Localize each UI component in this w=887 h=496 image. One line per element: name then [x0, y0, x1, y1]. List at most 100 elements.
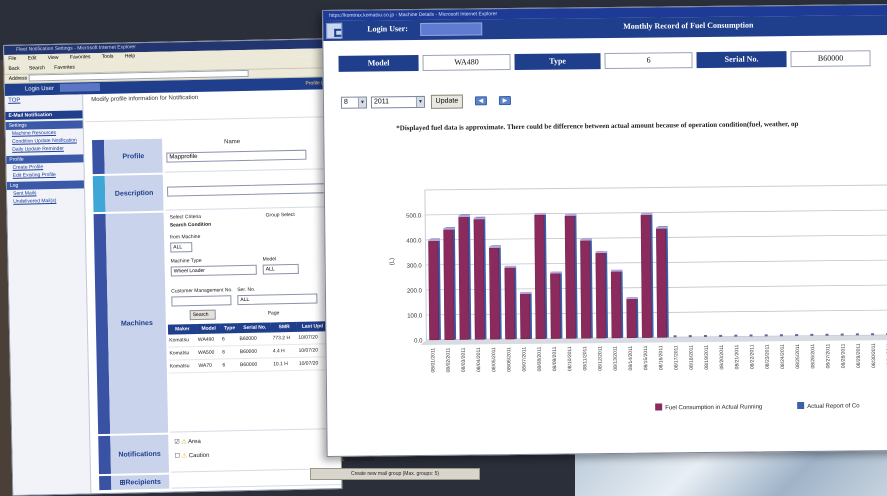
- x-tick-label: 08/26/2011: [810, 344, 816, 369]
- bar-series1: [640, 214, 652, 338]
- search-button[interactable]: Search: [29, 65, 45, 71]
- y-tick-label: 400.0: [406, 238, 422, 244]
- x-tick-label: 08/15/2011: [643, 345, 649, 370]
- x-tick-label: 08/06/2011: [506, 347, 512, 372]
- bar-series1: [534, 214, 546, 339]
- login-label: Login User: [24, 85, 55, 93]
- y-tick-label: 100.0: [407, 313, 423, 319]
- bar-series1: [656, 228, 668, 338]
- app-logo-icon: [326, 22, 343, 39]
- right-arrow-icon[interactable]: ▶: [498, 96, 512, 106]
- x-tick-label: 08/29/2011: [856, 343, 862, 368]
- select-criteria-label: Select Criteria: [169, 213, 202, 221]
- x-tick-label: 08/25/2011: [795, 344, 801, 369]
- sidebar-link-edit-profile[interactable]: Edit Existing Profile: [7, 170, 84, 180]
- sidebar: TOP E-Mail Notification Settings Machine…: [5, 94, 92, 495]
- bar-top: [520, 291, 532, 294]
- login-user-field: [420, 22, 483, 36]
- bar-top: [640, 213, 653, 216]
- recipients-row: ⊞ Recipients: [99, 471, 342, 491]
- x-tick-label: 08/13/2011: [613, 346, 619, 371]
- bar-zero-marker: [795, 334, 799, 337]
- bar-series1: [473, 219, 485, 340]
- notification-settings-window: Fleet Notification Settings - Microsoft …: [3, 38, 343, 496]
- bar-top: [626, 296, 639, 300]
- notif-caution-checkbox[interactable]: ☐ ⚠ Caution: [175, 452, 210, 460]
- machine-type-select[interactable]: Wheel Loader: [170, 264, 257, 277]
- login-user-field: [59, 83, 100, 93]
- maintenance-label: ⚠ Maintenance: [340, 457, 375, 463]
- serial-no-label: Ser. No.: [237, 286, 256, 294]
- caution-icon: ⚠: [181, 453, 188, 460]
- fuel-chart-area: 0.0 100.0 200.0 300.0 400.0 500.0 (L) 08/01/201…: [384, 174, 887, 446]
- x-tick-label: 08/09/2011: [552, 346, 558, 371]
- menu-help[interactable]: Help: [125, 53, 135, 59]
- bar-series1: [626, 298, 637, 339]
- disclaimer-note: *Displayed fuel data is approximate. The…: [396, 120, 799, 133]
- bar-series1: [550, 273, 561, 339]
- back-button[interactable]: Back: [8, 66, 19, 72]
- bar-zero-marker: [673, 335, 677, 338]
- sidebar-link-daily-update[interactable]: Daily Update Reminder: [6, 144, 83, 154]
- from-machine-select[interactable]: ALL: [170, 242, 193, 253]
- menu-favorites[interactable]: Favorites: [70, 54, 91, 60]
- model-label: Model: [338, 54, 419, 72]
- menu-file[interactable]: File: [8, 56, 16, 62]
- bar-top: [428, 239, 440, 242]
- bar-zero-marker: [734, 334, 738, 337]
- bar-top: [564, 213, 577, 216]
- menu-tools[interactable]: Tools: [102, 54, 114, 60]
- chevron-down-icon: ▼: [415, 96, 425, 108]
- description-input[interactable]: [167, 183, 338, 197]
- x-tick-label: 08/11/2011: [582, 346, 588, 371]
- address-label: Address: [8, 75, 28, 82]
- warning-icon: ⚠: [340, 457, 345, 463]
- x-tick-label: 08/12/2011: [597, 346, 603, 371]
- col-maker: Maker: [167, 324, 197, 335]
- create-mail-group-button[interactable]: Create new mail group (Max. groups: 5): [310, 468, 480, 480]
- bar-zero-marker: [703, 334, 707, 338]
- name-header: Name: [224, 139, 241, 146]
- customer-mgmt-input[interactable]: [171, 295, 232, 307]
- sidebar-link-undelivered[interactable]: Undelivered Mail(s): [7, 196, 84, 206]
- legend-label-series1: Fuel Consumption in Actual Running: [665, 404, 762, 411]
- bar-zero-marker: [764, 334, 768, 337]
- fuel-chart-svg: 0.0 100.0 200.0 300.0 400.0 500.0 (L) 08/01/201…: [390, 184, 887, 411]
- top-link[interactable]: TOP: [5, 94, 82, 106]
- bar-zero-marker: [779, 334, 783, 337]
- left-arrow-icon[interactable]: ◀: [474, 96, 488, 106]
- bar-series1: [443, 229, 455, 340]
- favorites-button[interactable]: Favorites: [54, 65, 75, 71]
- table-row[interactable]: Komatsu WA70 6 B60000 10.1 H 10/07/20: [168, 356, 329, 374]
- notif-area-checkbox[interactable]: ☑ ⚠ Area: [174, 438, 201, 446]
- y-axis-label: (L): [390, 258, 396, 265]
- from-machine-label: from Machine: [170, 233, 201, 241]
- bar-series1: [519, 293, 531, 340]
- y-tick-label: 500.0: [406, 213, 422, 219]
- x-tick-label: 08/05/2011: [491, 347, 497, 372]
- menu-view[interactable]: View: [48, 55, 59, 61]
- update-button[interactable]: Update: [430, 94, 464, 109]
- type-value: 6: [604, 52, 693, 70]
- serial-no-input[interactable]: ALL: [237, 293, 318, 306]
- year-select[interactable]: 2011 ▼: [370, 95, 426, 109]
- machine-type-label: Machine Type: [170, 257, 202, 265]
- notifications-row: Notifications ☑ ⚠ Area ☐ ⚠ Caution: [98, 431, 341, 475]
- month-select[interactable]: 8 ▼: [340, 96, 368, 109]
- profile-name-input[interactable]: Mapprofile: [166, 149, 307, 163]
- legend-label-series2: Actual Report of Co: [807, 403, 860, 410]
- bar-zero-marker: [825, 333, 829, 336]
- x-tick-label: 08/19/2011: [704, 345, 710, 370]
- menu-edit[interactable]: Edit: [28, 55, 37, 61]
- x-tick-label: 08/30/2011: [871, 343, 877, 368]
- group-select-radio[interactable]: Group Select: [266, 212, 295, 219]
- model-select[interactable]: ALL: [262, 263, 299, 275]
- description-label: Description: [104, 174, 164, 212]
- search-button[interactable]: Search: [189, 309, 216, 321]
- bar-zero-marker: [840, 333, 844, 336]
- x-tick-label: 08/07/2011: [521, 347, 527, 372]
- bar-top: [458, 214, 471, 218]
- col-serial: Serial No.: [238, 322, 272, 334]
- y-tick-label: 0.0: [414, 338, 423, 344]
- x-tick-label: 08/10/2011: [567, 346, 573, 371]
